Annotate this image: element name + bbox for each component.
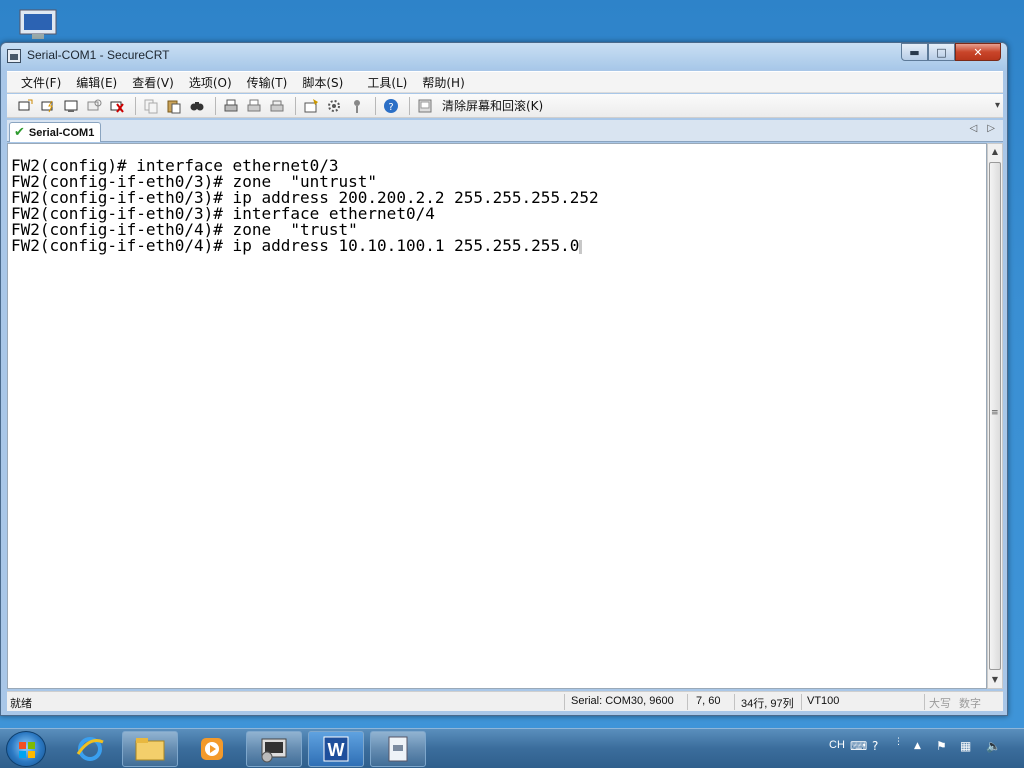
toolbar-separator [295, 96, 296, 115]
print-setup-icon[interactable] [267, 97, 287, 115]
explorer-icon[interactable] [122, 731, 178, 767]
securecrt-app-icon[interactable] [7, 49, 21, 63]
status-divider [924, 694, 925, 710]
menu-edit[interactable]: 编辑(E) [76, 74, 117, 91]
disconnect-icon[interactable] [107, 97, 127, 115]
menu-help[interactable]: 帮助(H) [422, 74, 464, 91]
windows-logo-icon [19, 742, 35, 758]
scroll-up-icon[interactable]: ▲ [988, 144, 1002, 160]
keymap-icon[interactable] [347, 97, 367, 115]
clear-screen-button[interactable]: 清除屏幕和回滚(K) [442, 97, 543, 114]
terminal-line-text: FW2(config-if-eth0/4)# ip address 10.10.… [11, 236, 580, 255]
tab-bar: ✔ Serial-COM1 ◁ ▷ [7, 120, 1003, 142]
ie-icon[interactable] [62, 731, 118, 767]
window-controls: ▬ □ ✕ [901, 43, 1001, 61]
securecrt-icon[interactable] [246, 731, 302, 767]
connected-check-icon: ✔ [14, 125, 25, 140]
paste-icon[interactable] [164, 97, 184, 115]
tab-scroll-left-icon[interactable]: ◁ [970, 123, 978, 134]
menu-options[interactable]: 选项(O) [189, 74, 232, 91]
session-options-icon[interactable] [301, 97, 321, 115]
global-options-icon[interactable] [324, 97, 344, 115]
vertical-scrollbar[interactable]: ▲ ≡ ▼ [987, 143, 1003, 689]
title-bar[interactable]: Serial-COM1 - SecureCRT ▬ □ ✕ [1, 43, 1007, 69]
status-divider [687, 694, 688, 710]
svg-text:?: ? [388, 102, 393, 113]
svg-text:W: W [328, 740, 345, 760]
volume-icon[interactable]: 🔈 [986, 739, 1001, 753]
media-player-icon[interactable] [184, 731, 240, 767]
quick-connect-icon[interactable] [38, 97, 58, 115]
reconnect-icon[interactable] [84, 97, 104, 115]
menu-tools[interactable]: 工具(L) [367, 74, 407, 91]
toolbar-separator [135, 96, 136, 115]
status-cursor-pos: 7, 60 [696, 695, 721, 707]
start-button[interactable] [6, 731, 46, 767]
status-divider [564, 694, 565, 710]
show-hidden-icons-icon[interactable]: ▲ [914, 741, 921, 751]
tab-serial-com1[interactable]: ✔ Serial-COM1 [9, 122, 101, 142]
menu-file[interactable]: 文件(F) [21, 74, 61, 91]
minimize-button[interactable]: ▬ [901, 43, 928, 61]
tab-scroll-arrows: ◁ ▷ [970, 123, 995, 134]
computer-desktop-icon[interactable] [16, 8, 62, 42]
status-divider [734, 694, 735, 710]
tab-scroll-right-icon[interactable]: ▷ [987, 123, 995, 134]
notepad-icon[interactable] [370, 731, 426, 767]
menu-view[interactable]: 查看(V) [132, 74, 174, 91]
status-connection: Serial: COM30, 9600 [571, 695, 674, 707]
maximize-button[interactable]: □ [928, 43, 955, 61]
keyboard-icon[interactable]: ⌨ [850, 739, 867, 753]
help-icon[interactable]: ? [381, 97, 401, 115]
status-emulation: VT100 [807, 695, 840, 707]
close-button[interactable]: ✕ [955, 43, 1001, 61]
ime-indicator[interactable]: CH [829, 739, 845, 751]
status-bar: 就绪 Serial: COM30, 9600 7, 60 34行, 97列 VT… [7, 691, 1003, 711]
print-icon[interactable] [221, 97, 241, 115]
action-center-flag-icon[interactable]: ⚑ [936, 739, 947, 753]
window-title: Serial-COM1 - SecureCRT [27, 48, 170, 62]
taskbar: W CH ⌨ ? ⋮ ▲ ⚑ ▦ 🔈 [0, 728, 1024, 768]
toolbar: ? 清除屏幕和回滚(K) ▾ [7, 94, 1003, 118]
copy-icon[interactable] [141, 97, 161, 115]
toolbar-overflow-icon[interactable]: ▾ [995, 100, 1000, 111]
connect-tab-icon[interactable] [61, 97, 81, 115]
status-ready: 就绪 [10, 698, 32, 710]
tab-label: Serial-COM1 [28, 126, 95, 139]
scrollbar-grip-icon: ≡ [991, 408, 999, 418]
connect-icon[interactable] [15, 97, 35, 115]
status-num: 数字 [959, 698, 981, 710]
network-icon[interactable]: ▦ [960, 739, 971, 753]
terminal-line-current: FW2(config-if-eth0/4)# ip address 10.10.… [11, 238, 986, 254]
scroll-down-icon[interactable]: ▼ [988, 672, 1002, 688]
menu-bar: 文件(F) 编辑(E) 查看(V) 选项(O) 传输(T) 脚本(S) 工具(L… [7, 71, 1003, 93]
print-selection-icon[interactable] [244, 97, 264, 115]
word-icon[interactable]: W [308, 731, 364, 767]
toolbar-separator [215, 96, 216, 115]
toolbar-separator [375, 96, 376, 115]
menu-transfer[interactable]: 传输(T) [247, 74, 288, 91]
terminal-cursor [579, 239, 583, 254]
clear-screen-icon[interactable] [415, 97, 435, 115]
ime-options-icon[interactable]: ⋮ [894, 737, 903, 747]
status-caps: 大写 [929, 698, 951, 710]
find-icon[interactable] [187, 97, 207, 115]
help-tray-icon[interactable]: ? [872, 739, 878, 753]
status-dimensions: 34行, 97列 [741, 698, 794, 710]
terminal-screen[interactable]: FW2(config)# interface ethernet0/3 FW2(c… [7, 143, 987, 689]
securecrt-window: Serial-COM1 - SecureCRT ▬ □ ✕ 文件(F) 编辑(E… [0, 42, 1008, 716]
toolbar-separator [409, 96, 410, 115]
status-divider [801, 694, 802, 710]
menu-script[interactable]: 脚本(S) [302, 74, 343, 91]
